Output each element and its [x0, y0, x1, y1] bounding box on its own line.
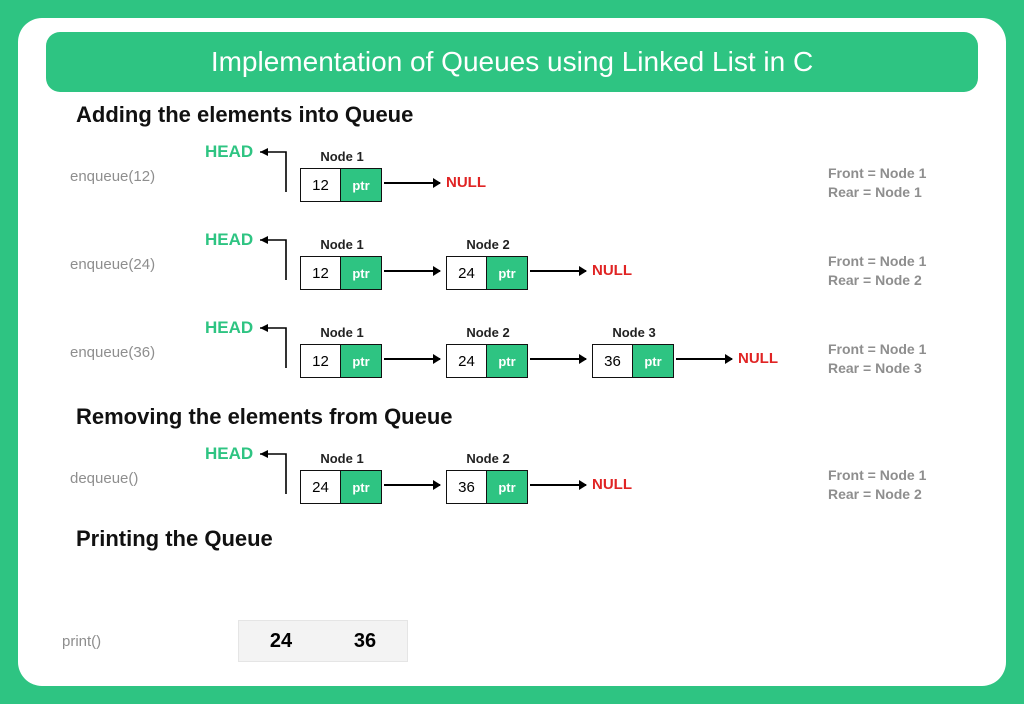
node-ptr: ptr [341, 345, 381, 377]
node-1: Node 1 12 ptr [300, 256, 382, 290]
node-value: 36 [593, 345, 633, 377]
node-label: Node 3 [593, 325, 675, 340]
node-label: Node 2 [447, 237, 529, 252]
node-label: Node 2 [447, 451, 529, 466]
head-label: HEAD [205, 142, 253, 162]
null-label: NULL [592, 476, 632, 493]
node-value: 12 [301, 257, 341, 289]
status-rear: Rear = Node 3 [828, 359, 958, 378]
head-arrow-icon [258, 324, 288, 372]
node-2: Node 2 36 ptr [446, 470, 528, 504]
null-label: NULL [446, 174, 486, 191]
head-label: HEAD [205, 318, 253, 338]
head-arrow-icon [258, 148, 288, 196]
node-1: Node 1 24 ptr [300, 470, 382, 504]
node-ptr: ptr [487, 257, 527, 289]
status-front: Front = Node 1 [828, 340, 958, 359]
link-arrow-icon [384, 182, 440, 184]
node-ptr: ptr [633, 345, 673, 377]
node-label: Node 1 [301, 451, 383, 466]
head-label: HEAD [205, 230, 253, 250]
print-output: 24 36 [238, 620, 408, 662]
row-dequeue: dequeue() HEAD Node 1 24 ptr Node 2 36 p… [50, 436, 978, 524]
node-value: 24 [447, 257, 487, 289]
link-arrow-icon [384, 484, 440, 486]
head-arrow-icon [258, 450, 288, 498]
page-title: Implementation of Queues using Linked Li… [46, 32, 978, 92]
null-label: NULL [738, 350, 778, 367]
node-ptr: ptr [341, 471, 381, 503]
node-ptr: ptr [487, 345, 527, 377]
node-label: Node 2 [447, 325, 529, 340]
row-enqueue-12: enqueue(12) HEAD Node 1 12 ptr NULL Fron… [50, 134, 978, 222]
section-adding: Adding the elements into Queue [76, 102, 978, 128]
link-arrow-icon [530, 270, 586, 272]
status-rear: Rear = Node 1 [828, 183, 958, 202]
op-label: enqueue(24) [70, 256, 155, 273]
status-text: Front = Node 1 Rear = Node 2 [828, 252, 958, 290]
link-arrow-icon [676, 358, 732, 360]
null-label: NULL [592, 262, 632, 279]
op-label: dequeue() [70, 470, 138, 487]
status-text: Front = Node 1 Rear = Node 1 [828, 164, 958, 202]
link-arrow-icon [384, 270, 440, 272]
node-2: Node 2 24 ptr [446, 256, 528, 290]
node-value: 24 [447, 345, 487, 377]
row-enqueue-36: enqueue(36) HEAD Node 1 12 ptr Node 2 24… [50, 310, 978, 398]
head-arrow-icon [258, 236, 288, 284]
section-printing: Printing the Queue [76, 526, 978, 552]
head-label: HEAD [205, 444, 253, 464]
node-value: 24 [301, 471, 341, 503]
op-label: enqueue(36) [70, 344, 155, 361]
node-ptr: ptr [341, 169, 381, 201]
node-value: 36 [447, 471, 487, 503]
op-label: enqueue(12) [70, 168, 155, 185]
link-arrow-icon [530, 358, 586, 360]
node-ptr: ptr [341, 257, 381, 289]
status-front: Front = Node 1 [828, 164, 958, 183]
print-op-label: print() [62, 633, 101, 650]
link-arrow-icon [530, 484, 586, 486]
status-front: Front = Node 1 [828, 252, 958, 271]
node-label: Node 1 [301, 237, 383, 252]
node-1: Node 1 12 ptr [300, 168, 382, 202]
section-removing: Removing the elements from Queue [76, 404, 978, 430]
node-3: Node 3 36 ptr [592, 344, 674, 378]
node-2: Node 2 24 ptr [446, 344, 528, 378]
print-value: 36 [354, 630, 376, 653]
status-rear: Rear = Node 2 [828, 271, 958, 290]
node-label: Node 1 [301, 149, 383, 164]
link-arrow-icon [384, 358, 440, 360]
status-text: Front = Node 1 Rear = Node 3 [828, 340, 958, 378]
node-1: Node 1 12 ptr [300, 344, 382, 378]
status-front: Front = Node 1 [828, 466, 958, 485]
row-enqueue-24: enqueue(24) HEAD Node 1 12 ptr Node 2 24… [50, 222, 978, 310]
node-value: 12 [301, 345, 341, 377]
node-label: Node 1 [301, 325, 383, 340]
print-value: 24 [270, 630, 292, 653]
node-ptr: ptr [487, 471, 527, 503]
node-value: 12 [301, 169, 341, 201]
status-text: Front = Node 1 Rear = Node 2 [828, 466, 958, 504]
diagram-card: Implementation of Queues using Linked Li… [18, 18, 1006, 686]
status-rear: Rear = Node 2 [828, 485, 958, 504]
